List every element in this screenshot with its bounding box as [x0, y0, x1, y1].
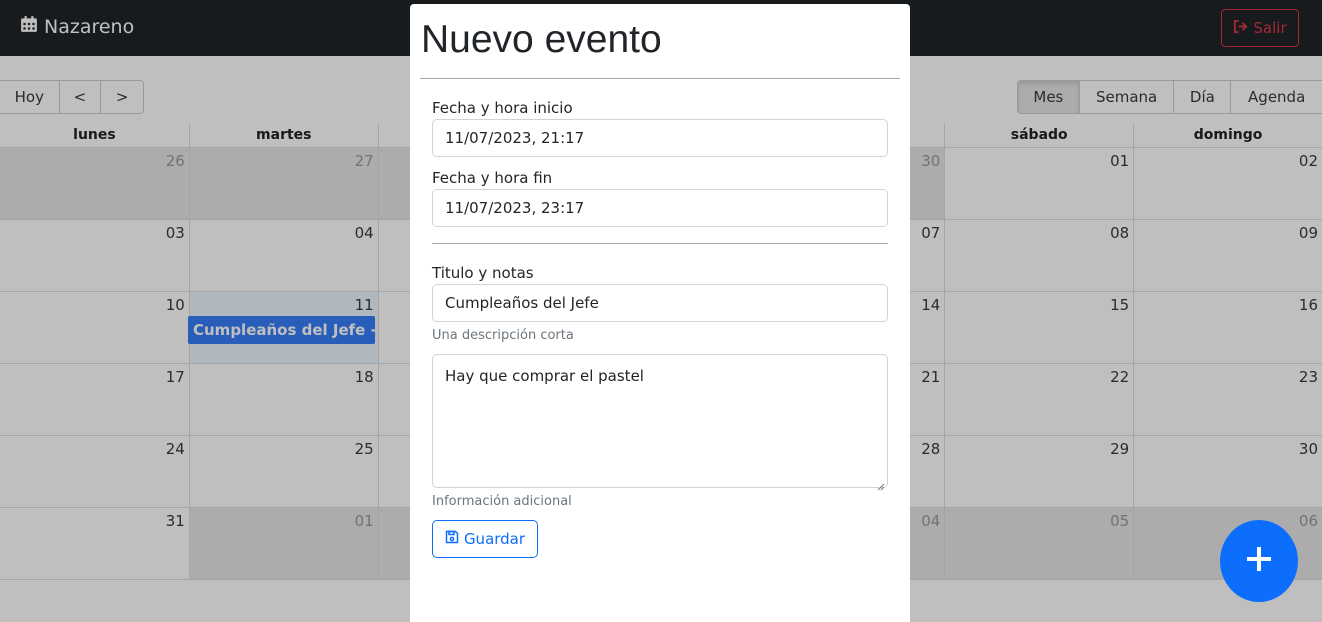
- notes-help-text: Información adicional: [432, 494, 572, 509]
- modal-title: Nuevo evento: [421, 18, 662, 61]
- start-datetime-input[interactable]: 11/07/2023, 21:17: [432, 119, 888, 157]
- divider: [420, 78, 900, 79]
- notes-text: Hay que comprar el pastel: [445, 367, 644, 385]
- resize-handle-icon[interactable]: [877, 477, 885, 491]
- save-label: Guardar: [463, 530, 526, 548]
- save-button[interactable]: Guardar: [432, 520, 538, 558]
- add-event-button[interactable]: [1220, 520, 1298, 602]
- title-input[interactable]: Cumpleaños del Jefe: [432, 284, 888, 322]
- end-label: Fecha y hora fin: [432, 169, 553, 187]
- start-label: Fecha y hora inicio: [432, 99, 573, 117]
- title-label: Titulo y notas: [432, 264, 534, 282]
- end-datetime-input[interactable]: 11/07/2023, 23:17: [432, 189, 888, 227]
- plus-icon: [1245, 545, 1273, 577]
- floppy-disk-icon: [445, 530, 459, 548]
- title-help-text: Una descripción corta: [432, 328, 574, 343]
- notes-textarea[interactable]: Hay que comprar el pastel: [432, 354, 888, 491]
- new-event-modal: Nuevo evento Fecha y hora inicio 11/07/2…: [410, 4, 910, 622]
- divider: [432, 243, 888, 244]
